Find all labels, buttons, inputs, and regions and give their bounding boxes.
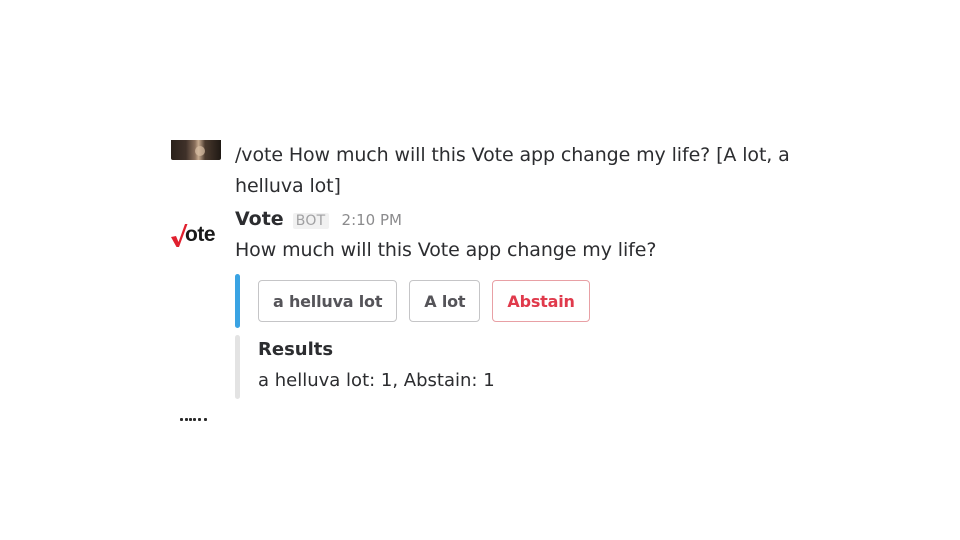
- vote-buttons: a helluva lot A lot Abstain: [258, 280, 590, 322]
- bot-message-header: Vote BOT 2:10 PM: [235, 208, 402, 236]
- logo-text: ote: [185, 223, 216, 246]
- results-text: a helluva lot: 1, Abstain: 1: [258, 370, 495, 391]
- results-accent-bar: [235, 335, 240, 399]
- vote-logo-icon[interactable]: ote: [168, 218, 224, 252]
- bot-badge: BOT: [292, 213, 329, 229]
- message-timestamp[interactable]: 2:10 PM: [342, 211, 402, 229]
- bot-question-text: How much will this Vote app change my li…: [235, 239, 657, 261]
- vote-button-a-lot[interactable]: A lot: [409, 280, 481, 322]
- vote-button-a-helluva-lot[interactable]: a helluva lot: [258, 280, 398, 322]
- results-title: Results: [258, 339, 334, 360]
- next-user-avatar[interactable]: [178, 417, 218, 421]
- vote-button-abstain[interactable]: Abstain: [492, 280, 590, 322]
- user-message-text: /vote How much will this Vote app change…: [235, 144, 790, 197]
- attachment-accent-bar: [235, 274, 240, 328]
- user-avatar[interactable]: [171, 140, 221, 160]
- chat-canvas: /vote How much will this Vote app change…: [0, 0, 960, 540]
- bot-name[interactable]: Vote: [235, 208, 284, 230]
